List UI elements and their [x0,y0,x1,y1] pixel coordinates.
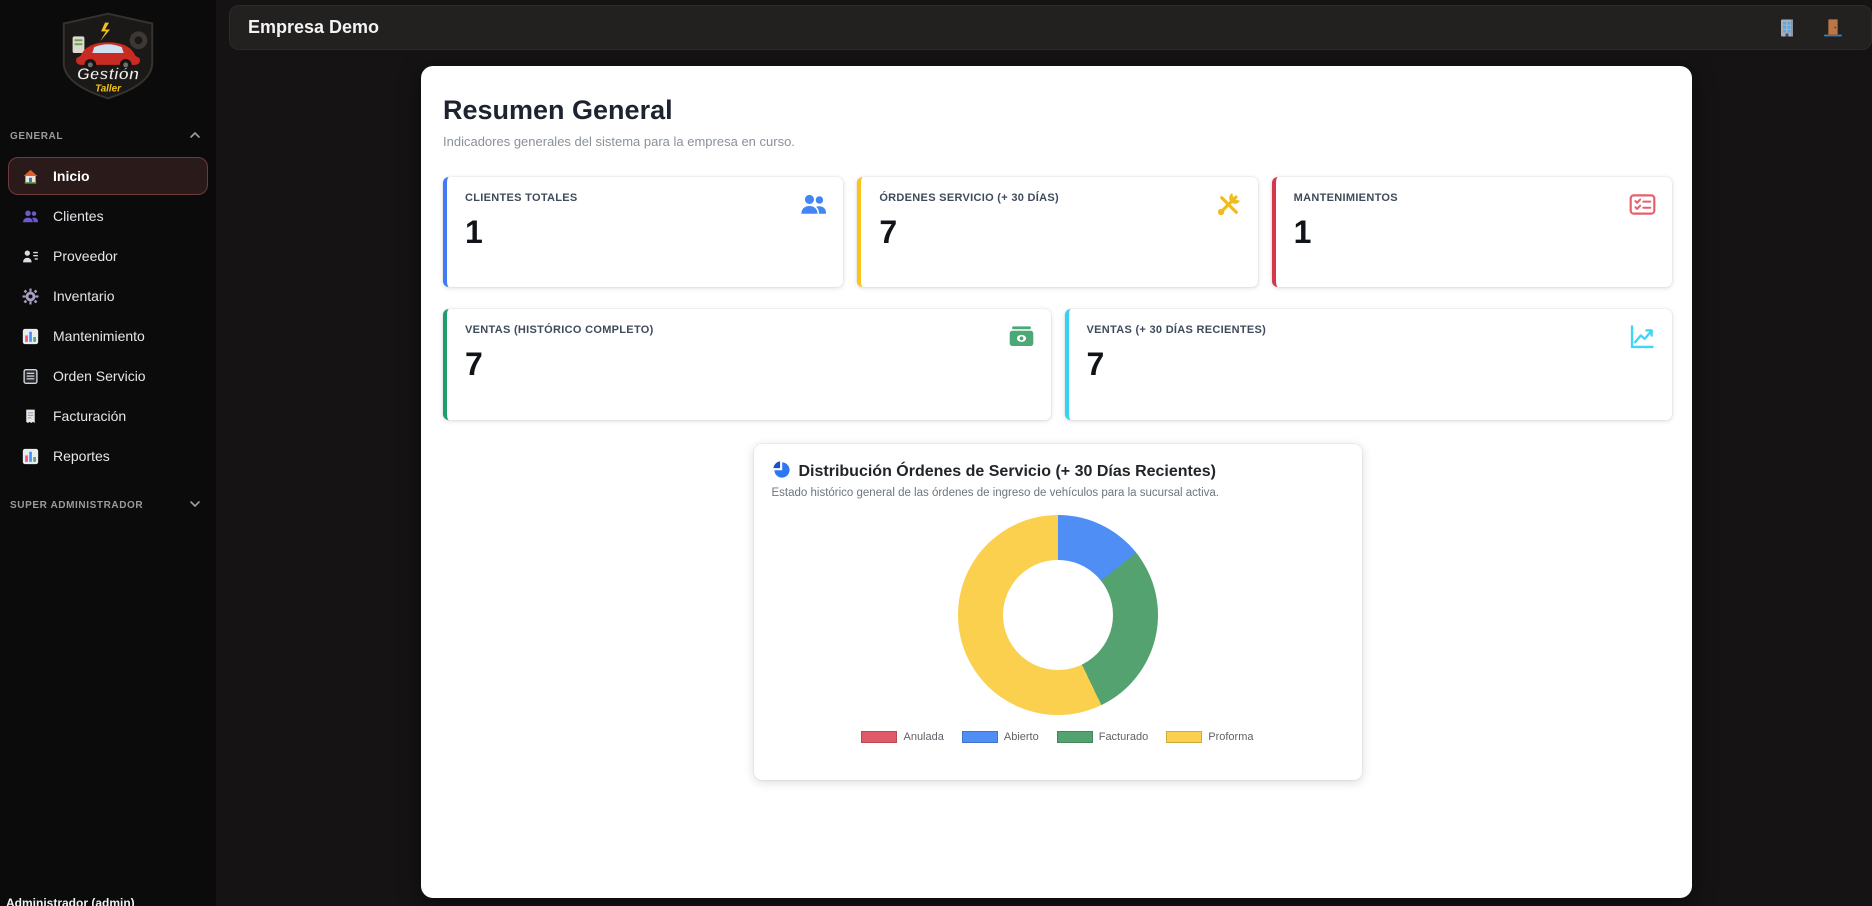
stat-value: 1 [465,213,483,250]
legend-swatch [1056,730,1093,743]
legend-label: Facturado [1098,730,1149,743]
section-label: GENERAL [10,131,64,142]
header-actions [1775,16,1853,40]
sidebar-item-inventario[interactable]: Inventario [8,277,208,315]
gestion-taller-logo-icon: Gestión Taller [62,12,154,100]
legend-item[interactable]: Anulada [861,730,944,743]
sidebar-item-facturacion[interactable]: Facturación [8,397,208,435]
door-icon[interactable] [1821,16,1845,40]
chevron-up-icon [188,128,202,145]
stat-value: 1 [1293,213,1312,250]
page-title: Resumen General [443,95,673,125]
building-icon[interactable] [1775,16,1799,40]
legend-swatch [1166,730,1203,743]
legend-label: Anulada [903,730,944,743]
donut-chart[interactable] [957,514,1158,715]
people-fill-icon [800,191,827,218]
sidebar-item-label: Clientes [53,208,104,224]
cash-icon [1008,323,1035,350]
legend-swatch [861,730,898,743]
sidebar-item-proveedor[interactable]: Proveedor [8,237,208,275]
chart-title: Distribución Órdenes de Servicio (+ 30 D… [798,462,1216,480]
receipt-icon [21,407,39,425]
company-title: Empresa Demo [248,17,380,37]
sidebar-item-label: Facturación [53,408,127,424]
svg-text:Gestión: Gestión [77,65,139,84]
stat-card-clientes-totales: CLIENTES TOTALES 1 [443,176,844,287]
app-logo: Gestión Taller [0,0,216,102]
stat-label: VENTAS (HISTÓRICO COMPLETO) [465,323,654,336]
stat-label: CLIENTES TOTALES [465,191,578,204]
sidebar-item-label: Proveedor [53,248,118,264]
sidebar-item-label: Orden Servicio [53,368,146,384]
sidebar-section-super-admin[interactable]: SUPER ADMINISTRADOR [0,497,216,514]
sidebar-section-general[interactable]: GENERAL [0,128,216,145]
chart-subtitle: Estado histórico general de las órdenes … [771,486,1219,499]
person-lines-icon [21,247,39,265]
people-icon [21,207,39,225]
gear-icon [21,287,39,305]
stat-value: 7 [879,213,898,250]
home-icon [21,167,39,185]
page-subtitle: Indicadores generales del sistema para l… [443,133,795,149]
sidebar-item-mantenimiento[interactable]: Mantenimiento [8,317,208,355]
stat-card-ventas-recientes: VENTAS (+ 30 DÍAS RECIENTES) 7 [1064,308,1672,420]
stat-value: 7 [1086,345,1105,382]
chart-legend: Anulada Abierto Facturado Proforma [772,730,1344,743]
stat-card-ordenes-servicio: ÓRDENES SERVICIO (+ 30 DÍAS) 7 [857,176,1258,287]
sidebar-item-orden-servicio[interactable]: Orden Servicio [8,357,208,395]
stat-card-mantenimientos: MANTENIMIENTOS 1 [1271,176,1672,287]
legend-swatch [961,730,998,743]
stats-grid: CLIENTES TOTALES 1 ÓRDENES SERVICIO (+ 3… [443,176,1672,420]
chevron-down-icon [188,497,202,514]
sidebar-item-label: Inicio [53,168,90,184]
legend-label: Proforma [1208,730,1254,743]
tools-icon [1215,191,1242,218]
stat-value: 7 [465,345,483,382]
section-label: SUPER ADMINISTRADOR [10,500,144,511]
bar-chart-icon [21,447,39,465]
journal-icon [21,367,39,385]
sidebar-item-reportes[interactable]: Reportes [8,437,208,475]
sidebar: Gestión Taller GENERAL Inicio Clientes P… [0,0,216,906]
stat-label: ÓRDENES SERVICIO (+ 30 DÍAS) [879,191,1059,204]
pie-chart-icon [772,460,791,484]
stat-label: MANTENIMIENTOS [1293,191,1398,204]
stat-card-ventas-historico: VENTAS (HISTÓRICO COMPLETO) 7 [443,308,1051,420]
sidebar-item-inicio[interactable]: Inicio [8,157,208,195]
sidebar-item-label: Mantenimiento [53,328,145,344]
sidebar-item-label: Inventario [53,288,115,304]
sidebar-nav: Inicio Clientes Proveedor Inventario Man… [0,157,216,475]
header-bar: Empresa Demo [229,5,1872,50]
sidebar-item-label: Reportes [53,448,110,464]
legend-item[interactable]: Abierto [961,730,1039,743]
bar-chart-icon [21,327,39,345]
dashboard-panel: Resumen General Indicadores generales de… [421,66,1692,898]
orders-distribution-chart-card: Distribución Órdenes de Servicio (+ 30 D… [753,443,1362,780]
sidebar-item-clientes[interactable]: Clientes [8,197,208,235]
stat-label: VENTAS (+ 30 DÍAS RECIENTES) [1086,323,1267,336]
graph-up-arrow-icon [1629,323,1656,350]
card-checklist-icon [1629,191,1656,218]
legend-label: Abierto [1003,730,1039,743]
legend-item[interactable]: Proforma [1166,730,1254,743]
legend-item[interactable]: Facturado [1056,730,1149,743]
logged-user-label: Administrador (admin) [6,896,135,906]
svg-text:Taller: Taller [95,83,122,94]
